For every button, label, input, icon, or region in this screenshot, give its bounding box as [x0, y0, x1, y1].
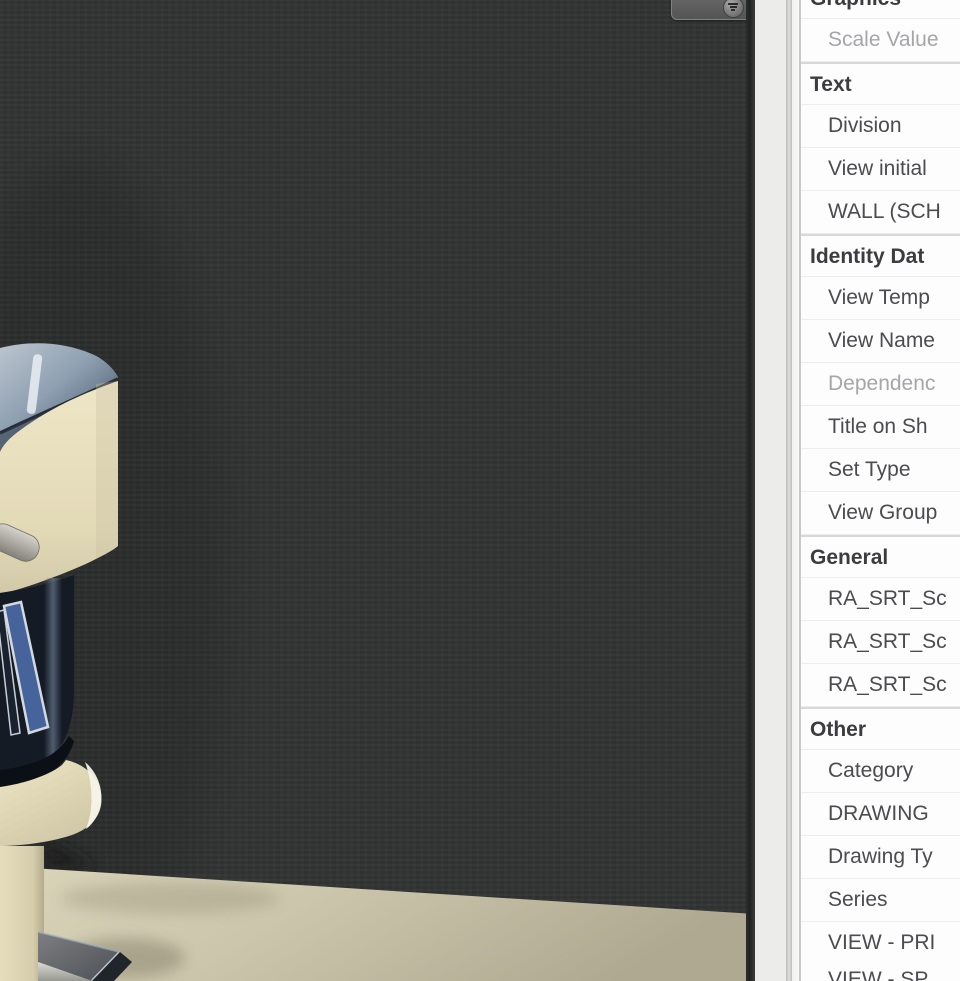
property-row[interactable]: WALL (SCH: [801, 191, 960, 234]
property-row[interactable]: Dependenc: [801, 363, 960, 406]
property-row[interactable]: Category: [801, 750, 960, 793]
floor-shadow: [60, 882, 280, 914]
property-row[interactable]: View initial: [801, 148, 960, 191]
palette-gutter: [755, 0, 799, 981]
cylinder-highlight: [44, 578, 62, 760]
property-group-header[interactable]: Graphics: [801, 0, 960, 19]
viewport-right-border: [746, 0, 755, 981]
property-group-header[interactable]: Text: [801, 62, 960, 105]
property-row[interactable]: Drawing Ty: [801, 836, 960, 879]
model-viewport[interactable]: [0, 0, 755, 981]
property-row[interactable]: View Group: [801, 492, 960, 535]
property-row[interactable]: RA_SRT_Sc: [801, 664, 960, 707]
menu-icon: [728, 3, 738, 11]
property-row[interactable]: View Temp: [801, 277, 960, 320]
rendered-scene: [0, 160, 755, 981]
property-row[interactable]: RA_SRT_Sc: [801, 621, 960, 664]
gutter-sheen: [792, 0, 799, 981]
properties-palette: GraphicsScale ValueTextDivisionView init…: [799, 0, 960, 981]
property-row[interactable]: View Name: [801, 320, 960, 363]
collar-right-shade: [96, 381, 118, 559]
property-row[interactable]: DRAWING: [801, 793, 960, 836]
property-row[interactable]: Series: [801, 879, 960, 922]
property-row[interactable]: VIEW - SP: [801, 959, 960, 981]
property-group-header[interactable]: Identity Dat: [801, 234, 960, 277]
property-row[interactable]: RA_SRT_Sc: [801, 578, 960, 621]
pedestal: [0, 846, 44, 981]
property-group-header[interactable]: Other: [801, 707, 960, 750]
property-row[interactable]: Scale Value: [801, 19, 960, 62]
property-group-header[interactable]: General: [801, 535, 960, 578]
property-row[interactable]: Title on Sh: [801, 406, 960, 449]
properties-rows: GraphicsScale ValueTextDivisionView init…: [801, 0, 960, 981]
viewport-nav-toolbar: [671, 0, 751, 20]
property-row[interactable]: Set Type: [801, 449, 960, 492]
property-row[interactable]: Division: [801, 105, 960, 148]
nav-menu-button[interactable]: [723, 0, 744, 18]
